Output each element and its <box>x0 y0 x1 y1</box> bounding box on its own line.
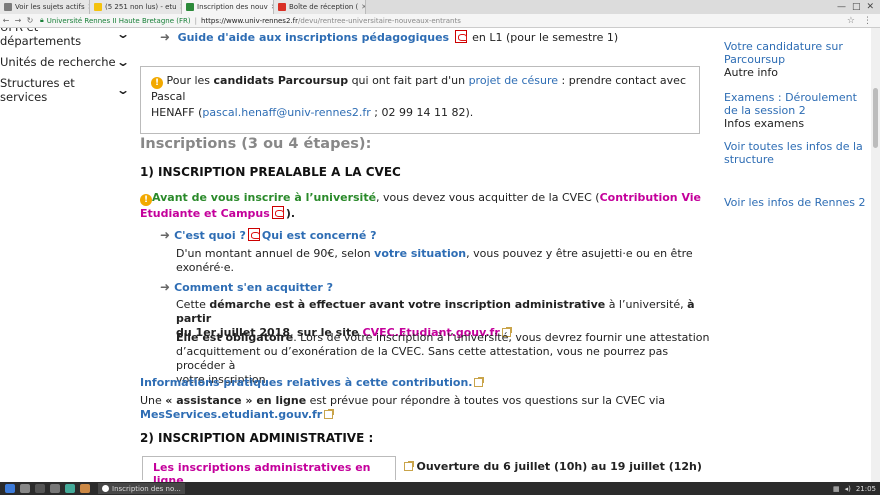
tab-favicon-icon <box>186 3 194 11</box>
taskbar: Inscription des no... ▦ ◂) 21:05 <box>0 482 880 495</box>
messervices-link[interactable]: MesServices.etudiant.gouv.fr <box>140 408 322 421</box>
forward-icon[interactable]: → <box>12 16 24 25</box>
url-field[interactable]: 🔒︎ Université Rennes II Haute Bretagne (… <box>40 16 461 25</box>
candidature-parcoursup-link[interactable]: Votre candidature sur Parcoursup <box>724 40 870 66</box>
pdf-icon <box>454 30 467 43</box>
volume-icon[interactable]: ◂) <box>845 485 851 493</box>
chrome-icon[interactable] <box>65 484 75 493</box>
arrow-right-icon: ➜ <box>160 228 171 242</box>
infos-structure-link[interactable]: Voir toutes les infos de la structure <box>724 140 870 166</box>
inscriptions-box: Les inscriptions administratives en lign… <box>142 456 396 482</box>
warning-icon: ! <box>140 194 152 206</box>
start-menu-icon[interactable] <box>5 484 15 493</box>
browser-tab[interactable]: Boîte de réception ( ✕ <box>274 0 366 14</box>
external-link-icon <box>324 409 335 419</box>
cvec-link[interactable]: Contribution Vie <box>600 191 701 204</box>
scrollbar-thumb[interactable] <box>873 88 878 148</box>
window-controls: — □ ✕ <box>837 0 880 14</box>
cvec-link[interactable]: Etudiante et Campus <box>140 207 270 220</box>
chrome-icon <box>102 485 109 492</box>
section-title: Inscriptions (3 ou 4 étapes): <box>140 136 372 152</box>
assistance-text: Une « assistance » en ligne est prévue p… <box>140 394 666 421</box>
close-window-icon[interactable]: ✕ <box>866 2 874 12</box>
guide-row: ➜ Guide d'aide aux inscriptions pédagogi… <box>160 30 619 44</box>
step2-title: 2) INSCRIPTION ADMINISTRATIVE : <box>140 431 374 445</box>
cvec-warning: ! Avant de vous inscrire à l’université, … <box>140 191 701 206</box>
infos-rennes2-link[interactable]: Voir les infos de Rennes 2 <box>724 196 870 209</box>
url-host: https://www.univ-rennes2.fr <box>200 16 298 25</box>
qui-concerne-link[interactable]: Qui est concerné ? <box>262 229 377 242</box>
tab-favicon-icon <box>4 3 12 11</box>
browser-tabstrip: Voir les sujets actifs ✕ (5 251 non lus)… <box>0 0 880 14</box>
menu-icon[interactable]: ⋮ <box>863 16 872 26</box>
url-path: /devu/rentree-universitaire-nouveaux-ent… <box>297 16 461 25</box>
ouverture-row: Ouverture du 6 juillet (10h) au 19 juill… <box>402 460 702 474</box>
comment-link[interactable]: Comment s'en acquitter ? <box>174 281 333 294</box>
reload-icon[interactable]: ↻ <box>24 16 36 25</box>
montant-text: D'un montant annuel de 90€, selon votre … <box>176 247 693 274</box>
external-link-icon <box>474 377 485 387</box>
tab-favicon-icon <box>278 3 286 11</box>
chevron-down-icon[interactable]: ⌄ <box>116 83 130 97</box>
external-link-icon <box>404 461 414 471</box>
parcoursup-notice: ! Pour les candidats Parcoursup qui ont … <box>140 66 700 134</box>
arrow-right-icon: ➜ <box>160 30 171 44</box>
situation-link[interactable]: votre situation <box>374 247 466 260</box>
cesure-link[interactable]: projet de césure <box>469 74 558 87</box>
files-icon[interactable] <box>50 484 60 493</box>
lock-icon: 🔒︎ <box>40 16 44 24</box>
chevron-down-icon[interactable]: ⌄ <box>116 55 130 69</box>
address-bar: ← → ↻ 🔒︎ Université Rennes II Haute Bret… <box>0 14 880 28</box>
warning-icon: ! <box>151 77 163 89</box>
tab-close-icon[interactable]: ✕ <box>358 3 365 11</box>
infos-pratiques-link[interactable]: Informations pratiques relatives à cette… <box>140 376 472 389</box>
browser-tab[interactable]: (5 251 non lus) - etu ✕ <box>90 0 182 14</box>
email-link[interactable]: pascal.henaff@univ-rennes2.fr <box>202 106 370 119</box>
browser-tab[interactable]: Voir les sujets actifs ✕ <box>0 0 90 14</box>
back-icon[interactable]: ← <box>0 16 12 25</box>
pdf-icon <box>271 206 284 219</box>
left-navigation: UFR et départements ⌄ Unités de recherch… <box>0 28 132 104</box>
cest-quoi-row: ➜ C'est quoi ? Qui est concerné ? <box>160 228 377 243</box>
app-icon[interactable] <box>80 484 90 493</box>
infos-row: Informations pratiques relatives à cette… <box>140 376 485 390</box>
leftnav-item-recherche[interactable]: Unités de recherche ⌄ <box>0 48 132 76</box>
leftnav-item-ufr[interactable]: UFR et départements ⌄ <box>0 28 132 48</box>
folder-icon[interactable] <box>20 484 30 493</box>
arrow-right-icon: ➜ <box>160 280 171 294</box>
page-content: UFR et départements ⌄ Unités de recherch… <box>0 28 880 482</box>
minimize-icon[interactable]: — <box>837 2 846 12</box>
inscriptions-en-ligne-link[interactable]: Les inscriptions administratives en lign… <box>153 461 371 482</box>
clock[interactable]: 21:05 <box>856 485 876 493</box>
taskbar-app-chrome[interactable]: Inscription des no... <box>98 483 185 494</box>
network-icon[interactable]: ▦ <box>833 485 840 493</box>
browser-tab-active[interactable]: Inscription des nouv ✕ <box>182 0 274 14</box>
guide-link[interactable]: Guide d'aide aux inscriptions pédagogiqu… <box>178 31 450 44</box>
terminal-icon[interactable] <box>35 484 45 493</box>
comment-row: ➜ Comment s'en acquitter ? <box>160 280 333 295</box>
maximize-icon[interactable]: □ <box>852 2 861 12</box>
tab-favicon-icon <box>94 3 102 11</box>
leftnav-item-structures[interactable]: Structures et services ⌄ <box>0 76 132 104</box>
star-icon[interactable]: ☆ <box>847 16 855 26</box>
chevron-down-icon[interactable]: ⌄ <box>116 28 130 41</box>
examens-link[interactable]: Examens : Déroulement de la session 2 <box>724 91 870 117</box>
step1-title: 1) INSCRIPTION PREALABLE A LA CVEC <box>140 165 401 179</box>
cest-quoi-link[interactable]: C'est quoi ? <box>174 229 246 242</box>
pdf-icon <box>247 228 260 241</box>
page-scrollbar[interactable] <box>871 28 880 482</box>
secure-origin-label: Université Rennes II Haute Bretagne (FR) <box>46 16 191 25</box>
